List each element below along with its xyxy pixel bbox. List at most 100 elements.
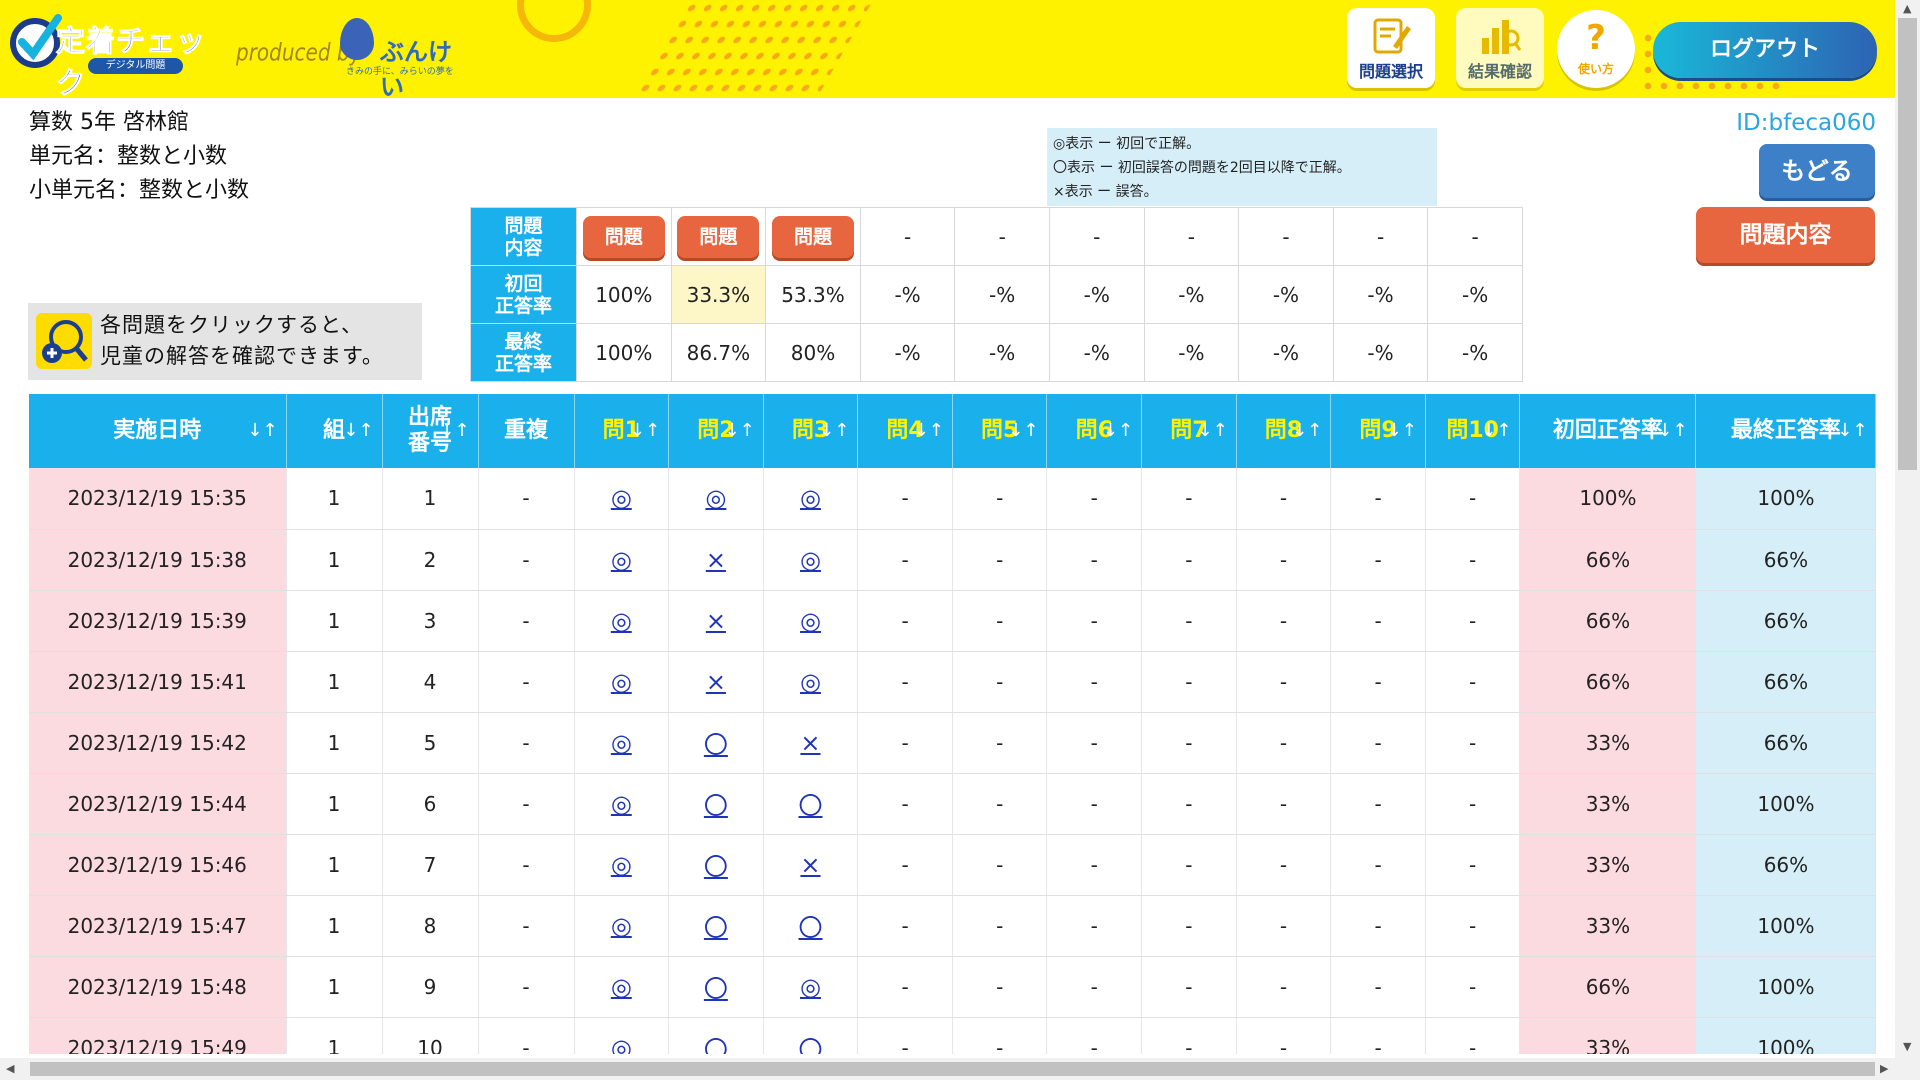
answer-mark-link[interactable]: 〇 bbox=[798, 914, 822, 942]
scroll-right-arrow-icon[interactable]: ▶ bbox=[1880, 1062, 1888, 1075]
col-header-first-rate[interactable]: 初回正答率 ↓↑ bbox=[1519, 394, 1697, 468]
cell-q2[interactable]: × bbox=[668, 651, 764, 713]
sort-icon[interactable]: ↓↑ bbox=[1657, 420, 1687, 441]
cell-q3[interactable]: 〇 bbox=[763, 773, 859, 835]
answer-mark-link[interactable]: × bbox=[800, 729, 820, 757]
sort-icon[interactable]: ↓↑ bbox=[630, 420, 660, 441]
answer-mark-link[interactable]: 〇 bbox=[704, 853, 728, 881]
answer-mark-link[interactable]: ◎ bbox=[800, 546, 821, 574]
col-header-q5[interactable]: 問5 ↓↑ bbox=[952, 394, 1048, 468]
cell-q3[interactable]: ◎ bbox=[763, 651, 859, 713]
answer-mark-link[interactable]: ◎ bbox=[611, 851, 632, 879]
cell-q3[interactable]: ◎ bbox=[763, 956, 859, 1018]
question-content-button-2[interactable]: 問題 bbox=[677, 215, 760, 258]
col-header-final-rate[interactable]: 最終正答率 ↓↑ bbox=[1695, 394, 1876, 468]
cell-q3[interactable]: ◎ bbox=[763, 590, 859, 652]
cell-q2[interactable]: × bbox=[668, 590, 764, 652]
cell-q1[interactable]: ◎ bbox=[574, 1017, 670, 1055]
answer-mark-link[interactable]: ◎ bbox=[611, 607, 632, 635]
cell-q1[interactable]: ◎ bbox=[574, 956, 670, 1018]
cell-q2[interactable]: × bbox=[668, 529, 764, 591]
cell-q2[interactable]: 〇 bbox=[668, 1017, 764, 1054]
cell-q1[interactable]: ◎ bbox=[574, 712, 670, 774]
summary-content-cell[interactable]: 問題 bbox=[670, 207, 767, 266]
sort-icon[interactable]: ↓↑ bbox=[1008, 420, 1038, 441]
answer-mark-link[interactable]: ◎ bbox=[800, 668, 821, 696]
answer-mark-link[interactable]: × bbox=[706, 607, 726, 635]
cell-q3[interactable]: 〇 bbox=[763, 895, 859, 957]
col-header-q1[interactable]: 問1 ↓↑ bbox=[574, 394, 670, 468]
sort-icon[interactable]: ↓↑ bbox=[1103, 420, 1133, 441]
answer-mark-link[interactable]: ◎ bbox=[611, 668, 632, 696]
answer-mark-link[interactable]: ◎ bbox=[611, 546, 632, 574]
cell-q1[interactable]: ◎ bbox=[574, 529, 670, 591]
scroll-down-arrow-icon[interactable]: ▼ bbox=[1903, 1040, 1911, 1053]
sort-icon[interactable]: ↓↑ bbox=[247, 420, 277, 441]
nav-question-select-button[interactable]: 問題選択 bbox=[1347, 8, 1435, 88]
sort-icon[interactable]: ↓↑ bbox=[819, 420, 849, 441]
cell-q1[interactable]: ◎ bbox=[574, 895, 670, 957]
col-header-date[interactable]: 実施日時 ↓↑ bbox=[29, 394, 287, 468]
results-table-container[interactable]: 実施日時 ↓↑ 組 ↓↑ 出席 番号 ↓↑ 重複 問1 ↓↑ 問2 ↓↑ 問3 ↓↑ 問4 ↓↑ 問5 ↓↑ 問6 ↓… bbox=[29, 394, 1876, 1054]
scroll-left-arrow-icon[interactable]: ◀ bbox=[6, 1062, 14, 1075]
sort-icon[interactable]: ↓↑ bbox=[1837, 420, 1867, 441]
col-header-q4[interactable]: 問4 ↓↑ bbox=[857, 394, 953, 468]
answer-mark-link[interactable]: × bbox=[800, 851, 820, 879]
sort-icon[interactable]: ↓↑ bbox=[1481, 420, 1511, 441]
summary-content-cell[interactable]: 問題 bbox=[765, 207, 861, 266]
cell-q2[interactable]: ◎ bbox=[668, 468, 764, 530]
cell-q3[interactable]: × bbox=[763, 834, 859, 896]
answer-mark-link[interactable]: 〇 bbox=[704, 975, 728, 1003]
sort-icon[interactable]: ↓↑ bbox=[439, 420, 469, 441]
app-logo[interactable]: 定着チェック デジタル問題 bbox=[8, 12, 213, 98]
horizontal-scroll-thumb[interactable] bbox=[30, 1062, 1875, 1076]
answer-mark-link[interactable]: 〇 bbox=[704, 731, 728, 759]
question-content-button[interactable]: 問題内容 bbox=[1696, 207, 1875, 263]
answer-mark-link[interactable]: ◎ bbox=[611, 484, 632, 512]
cell-q2[interactable]: 〇 bbox=[668, 895, 764, 957]
col-header-q3[interactable]: 問3 ↓↑ bbox=[763, 394, 859, 468]
cell-q1[interactable]: ◎ bbox=[574, 468, 670, 530]
sort-icon[interactable]: ↓↑ bbox=[1387, 420, 1417, 441]
answer-mark-link[interactable]: ◎ bbox=[611, 912, 632, 940]
cell-q1[interactable]: ◎ bbox=[574, 651, 670, 713]
col-header-q2[interactable]: 問2 ↓↑ bbox=[668, 394, 764, 468]
summary-content-cell[interactable]: 問題 bbox=[576, 207, 672, 266]
cell-q2[interactable]: 〇 bbox=[668, 773, 764, 835]
answer-mark-link[interactable]: 〇 bbox=[798, 792, 822, 820]
cell-q2[interactable]: 〇 bbox=[668, 956, 764, 1018]
vertical-scrollbar[interactable]: ▲ ▼ bbox=[1895, 0, 1920, 1058]
col-header-q8[interactable]: 問8 ↓↑ bbox=[1236, 394, 1332, 468]
cell-q3[interactable]: ◎ bbox=[763, 468, 859, 530]
question-content-button-1[interactable]: 問題 bbox=[582, 215, 665, 258]
col-header-q6[interactable]: 問6 ↓↑ bbox=[1046, 394, 1143, 468]
answer-mark-link[interactable]: ◎ bbox=[705, 484, 726, 512]
answer-mark-link[interactable]: ◎ bbox=[800, 484, 821, 512]
col-header-q10[interactable]: 問10 ↓↑ bbox=[1425, 394, 1521, 468]
answer-mark-link[interactable]: × bbox=[706, 546, 726, 574]
vertical-scroll-thumb[interactable] bbox=[1898, 18, 1917, 470]
answer-mark-link[interactable]: 〇 bbox=[704, 792, 728, 820]
cell-q1[interactable]: ◎ bbox=[574, 590, 670, 652]
cell-q1[interactable]: ◎ bbox=[574, 834, 670, 896]
cell-q3[interactable]: × bbox=[763, 712, 859, 774]
answer-mark-link[interactable]: ◎ bbox=[611, 973, 632, 1001]
answer-mark-link[interactable]: 〇 bbox=[704, 1036, 728, 1054]
answer-mark-link[interactable]: 〇 bbox=[798, 1036, 822, 1054]
sort-icon[interactable]: ↓↑ bbox=[725, 420, 755, 441]
sort-icon[interactable]: ↓↑ bbox=[1292, 420, 1322, 441]
sort-icon[interactable]: ↓↑ bbox=[1197, 420, 1227, 441]
sort-icon[interactable]: ↓↑ bbox=[914, 420, 944, 441]
col-header-group[interactable]: 組 ↓↑ bbox=[286, 394, 383, 468]
sort-icon[interactable]: ↓↑ bbox=[343, 420, 373, 441]
logout-button[interactable]: ログアウト bbox=[1653, 22, 1877, 78]
question-content-button-3[interactable]: 問題 bbox=[771, 215, 854, 258]
answer-mark-link[interactable]: ◎ bbox=[611, 729, 632, 757]
back-button[interactable]: もどる bbox=[1759, 144, 1875, 198]
cell-q1[interactable]: ◎ bbox=[574, 773, 670, 835]
nav-result-check-button[interactable]: 結果確認 bbox=[1456, 8, 1544, 88]
answer-mark-link[interactable]: ◎ bbox=[611, 1034, 632, 1055]
col-header-seat[interactable]: 出席 番号 ↓↑ bbox=[382, 394, 479, 468]
answer-mark-link[interactable]: ◎ bbox=[611, 790, 632, 818]
col-header-q9[interactable]: 問9 ↓↑ bbox=[1330, 394, 1426, 468]
